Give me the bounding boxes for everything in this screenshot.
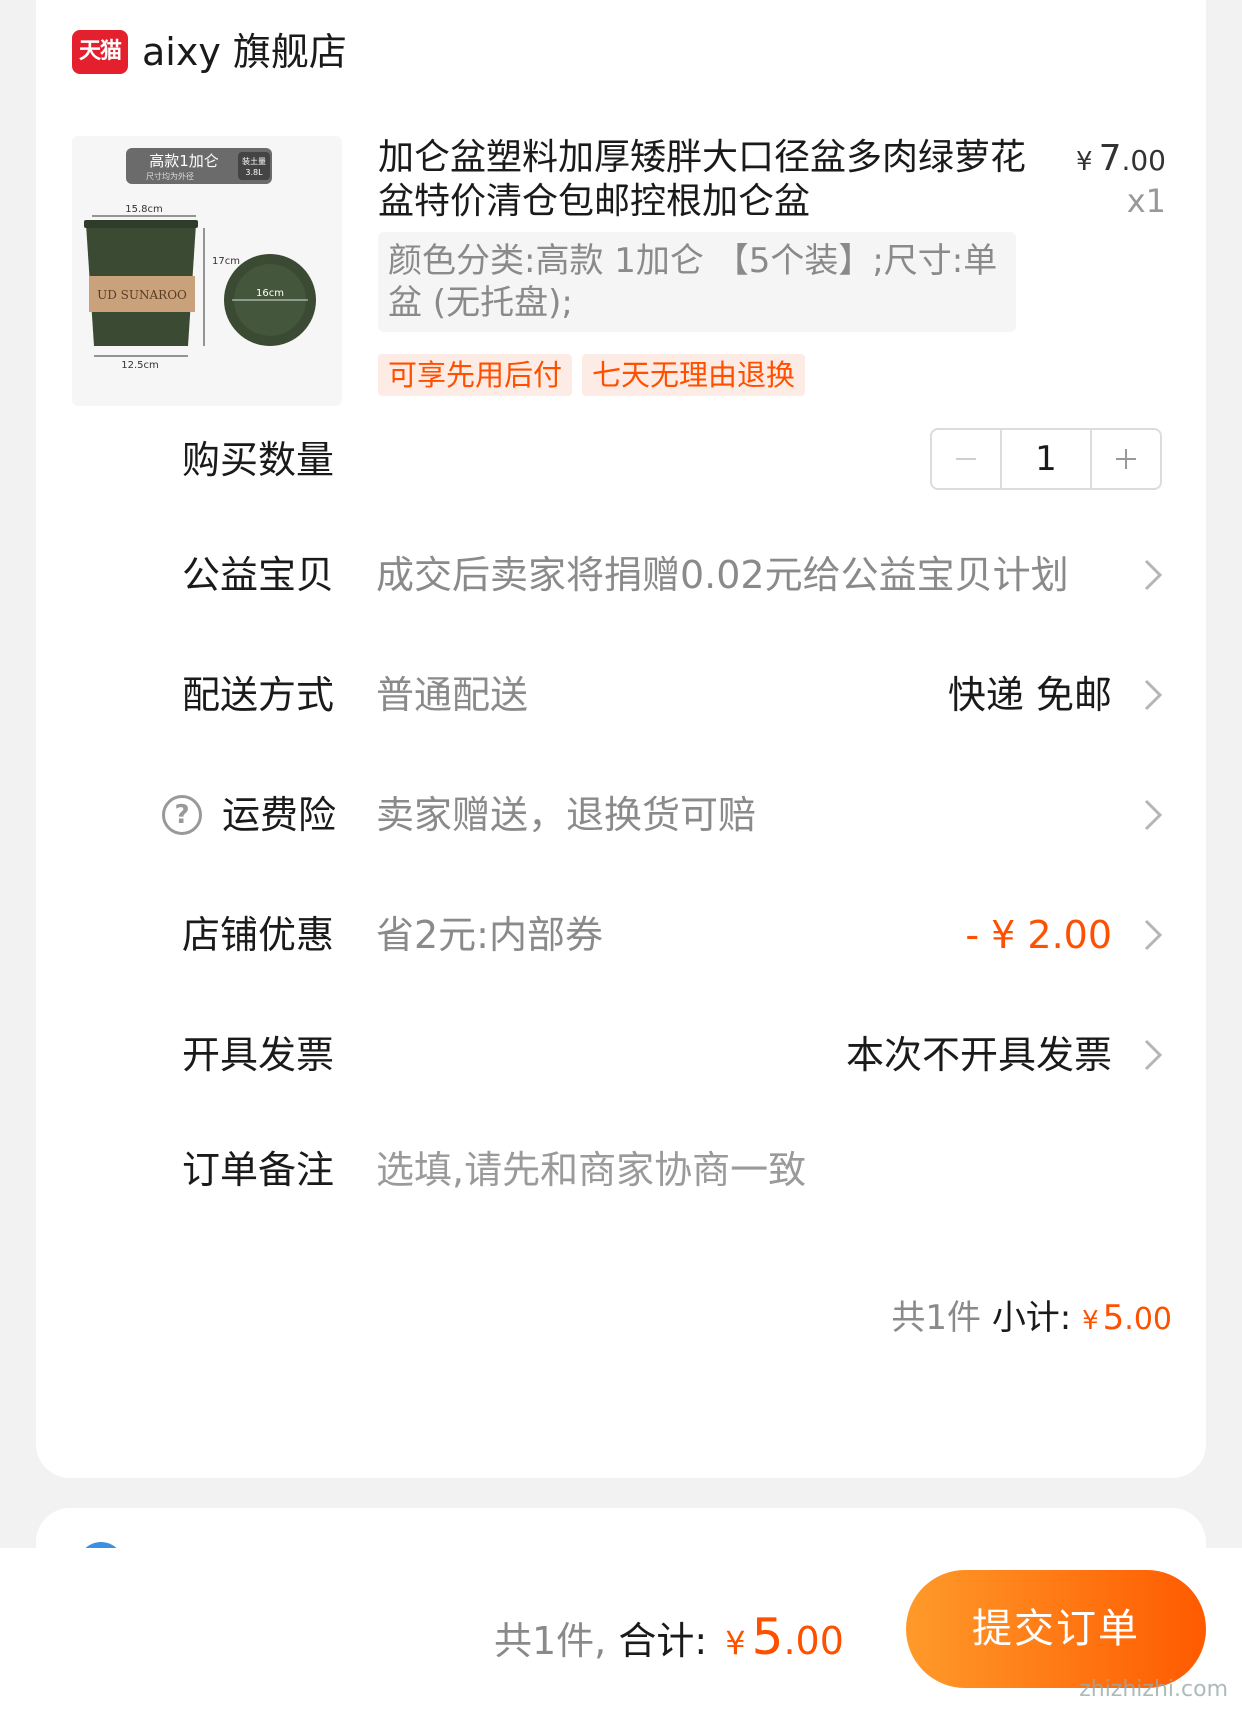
discount-amount: - ¥ 2.00: [965, 913, 1112, 957]
charity-label: 公益宝贝: [182, 553, 335, 597]
note-row: 订单备注 选填,请先和商家协商一致: [36, 1140, 1206, 1200]
product-sku[interactable]: 颜色分类:高款 1加仑 【5个装】;尺寸:单盆 (无托盘);: [378, 232, 1016, 332]
chevron-right-icon: [1144, 1039, 1163, 1071]
quantity-row: 购买数量 1: [36, 428, 1206, 490]
subtotal-int: 5: [1102, 1298, 1125, 1338]
watermark: zhizhizhi.com: [1079, 1677, 1228, 1702]
note-input[interactable]: 选填,请先和商家协商一致: [376, 1140, 806, 1200]
total-count: 共1件,: [494, 1619, 607, 1663]
increase-button[interactable]: [1092, 430, 1160, 488]
price-symbol: ¥: [1076, 147, 1093, 177]
discount-label: 店铺优惠: [182, 913, 335, 957]
total: 共1件, 合计: ¥5.00: [494, 1608, 844, 1666]
insurance-desc: 卖家赠送，退换货可赔: [376, 793, 757, 837]
dim-saucer: 16cm: [256, 288, 284, 299]
flower-pot-illustration: 高款1加仑 尺寸均为外径 装土量 3.8L 15.8cm UD SUNAROO …: [84, 148, 316, 371]
plus-icon: [1116, 449, 1136, 469]
total-amount: ¥5.00: [719, 1608, 844, 1666]
tag-pay-later: 可享先用后付: [378, 354, 573, 396]
help-icon[interactable]: ?: [162, 795, 202, 835]
dim-top-width: 15.8cm: [125, 204, 163, 215]
charity-desc: 成交后卖家将捐赠0.02元给公益宝贝计划: [376, 553, 1069, 597]
delivery-value: 快递 免邮: [947, 673, 1112, 717]
subtotal-symbol: ¥: [1082, 1306, 1099, 1336]
quantity-stepper: 1: [930, 428, 1162, 490]
invoice-label: 开具发票: [182, 1033, 335, 1077]
decrease-button[interactable]: [932, 430, 1000, 488]
subtotal-cents: .00: [1124, 1302, 1172, 1337]
product-image[interactable]: 高款1加仑 尺寸均为外径 装土量 3.8L 15.8cm UD SUNAROO …: [72, 136, 342, 406]
price-cents: .00: [1121, 144, 1166, 177]
product-quantity: x1: [1126, 182, 1166, 220]
chevron-right-icon: [1144, 679, 1163, 711]
pot-brand: UD SUNAROO: [97, 288, 187, 302]
insurance-row[interactable]: ? 运费险 卖家赠送，退换货可赔: [36, 785, 1206, 845]
image-badge-top: 装土量: [242, 156, 266, 166]
dim-height: 17cm: [212, 256, 240, 267]
total-symbol: ¥: [725, 1624, 746, 1662]
image-banner-title: 高款1加仑: [149, 152, 219, 170]
invoice-value: 本次不开具发票: [845, 1033, 1112, 1077]
invoice-row[interactable]: 开具发票 本次不开具发票: [36, 1025, 1206, 1085]
image-badge-bottom: 3.8L: [245, 168, 263, 177]
checkout-bar: 共1件, 合计: ¥5.00 提交订单 zhizhizhi.com: [0, 1548, 1242, 1712]
order-card: 天猫 aixy 旗舰店 高款1加仑 尺寸均为外径 装土量 3.8L 15.8cm…: [36, 0, 1206, 1478]
charity-row[interactable]: 公益宝贝 成交后卖家将捐赠0.02元给公益宝贝计划: [36, 545, 1206, 605]
product-price: ¥7.00: [1076, 138, 1166, 179]
tag-7day-return: 七天无理由退换: [582, 354, 806, 396]
shop-name[interactable]: aixy 旗舰店: [142, 28, 347, 76]
quantity-value[interactable]: 1: [1000, 430, 1092, 488]
chevron-right-icon: [1144, 919, 1163, 951]
delivery-desc: 普通配送: [376, 673, 529, 717]
chevron-right-icon: [1144, 799, 1163, 831]
delivery-label: 配送方式: [182, 673, 335, 717]
subtotal-amount: ¥5.00: [1082, 1298, 1172, 1338]
total-label: 合计:: [618, 1619, 708, 1663]
submit-order-button[interactable]: 提交订单: [906, 1570, 1206, 1688]
product-title[interactable]: 加仑盆塑料加厚矮胖大口径盆多肉绿萝花盆特价清仓包邮控根加仑盆: [378, 136, 1048, 224]
image-banner-sub: 尺寸均为外径: [146, 171, 194, 181]
dim-bottom-width: 12.5cm: [121, 360, 159, 371]
subtotal: 共1件 小计: ¥5.00: [891, 1290, 1172, 1339]
total-cents: .00: [783, 1619, 844, 1663]
insurance-label: 运费险: [222, 793, 337, 837]
minus-icon: [956, 458, 976, 460]
price-int: 7: [1098, 138, 1122, 179]
quantity-label: 购买数量: [182, 438, 335, 482]
total-int: 5: [751, 1608, 784, 1666]
note-label: 订单备注: [182, 1148, 335, 1192]
delivery-row[interactable]: 配送方式 普通配送 快递 免邮: [36, 665, 1206, 725]
subtotal-count: 共1件: [891, 1298, 981, 1338]
discount-desc: 省2元:内部券: [376, 913, 603, 957]
chevron-right-icon: [1144, 559, 1163, 591]
discount-row[interactable]: 店铺优惠 省2元:内部券 - ¥ 2.00: [36, 905, 1206, 965]
tmall-badge-icon: 天猫: [72, 30, 128, 74]
subtotal-label: 小计:: [991, 1298, 1072, 1338]
service-tags: 可享先用后付 七天无理由退换: [378, 354, 806, 396]
